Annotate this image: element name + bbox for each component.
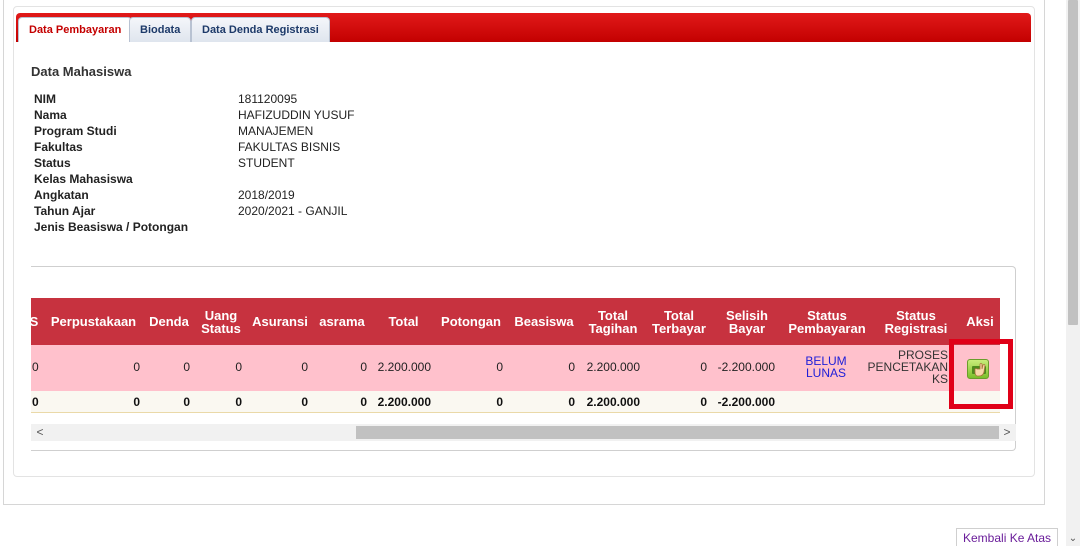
info-value-nim: 181120095	[238, 92, 298, 106]
horizontal-scroll-thumb[interactable]	[356, 426, 999, 439]
chevron-down-icon[interactable]: ⌄	[1066, 533, 1080, 544]
section-title: Data Mahasiswa	[31, 64, 132, 79]
col-header-partial: S	[31, 298, 44, 345]
info-label-jenis-beasiswa: Jenis Beasiswa / Potongan	[34, 220, 189, 234]
info-label-nim: NIM	[34, 92, 56, 106]
info-label-status: Status	[34, 156, 71, 170]
info-label-tahun-ajar: Tahun Ajar	[34, 204, 96, 218]
col-header-asrama: asrama	[319, 314, 365, 329]
col-header-uang-status: Uang Status	[201, 307, 241, 336]
back-to-top-link[interactable]: Kembali Ke Atas	[956, 528, 1059, 546]
col-header-potongan: Potongan	[441, 314, 501, 329]
info-value-tahun-ajar: 2020/2021 - GANJIL	[238, 204, 348, 218]
total-denda: 0	[183, 395, 190, 409]
cell-total-tagihan: 2.200.000	[586, 360, 640, 374]
total-selisih-bayar: -2.200.000	[717, 395, 775, 409]
total-partial: 0	[32, 395, 39, 409]
col-header-aksi: Aksi	[966, 314, 994, 329]
total-asrama: 0	[360, 395, 367, 409]
info-value-fakultas: FAKULTAS BISNIS	[238, 140, 341, 154]
total-beasiswa: 0	[568, 395, 575, 409]
tab-data-pembayaran[interactable]: Data Pembayaran	[18, 17, 133, 42]
vertical-scroll-thumb[interactable]	[1068, 0, 1078, 325]
cell-asrama: 0	[360, 360, 367, 374]
scroll-left-arrow[interactable]: <	[33, 424, 47, 441]
total-asuransi: 0	[301, 395, 308, 409]
col-header-asuransi: Asuransi	[252, 314, 308, 329]
status-registrasi-text: PROSES PENCETAKAN KS	[867, 349, 948, 385]
status-pembayaran-link[interactable]: BELUM LUNAS	[790, 355, 862, 379]
info-label-program-studi: Program Studi	[34, 124, 117, 138]
cell-total: 2.200.000	[377, 360, 431, 374]
info-value-angkatan: 2018/2019	[238, 188, 295, 202]
info-label-angkatan: Angkatan	[34, 188, 89, 202]
cell-potongan: 0	[496, 360, 503, 374]
col-header-status-pembayaran: Status Pembayaran	[788, 307, 866, 336]
info-label-nama: Nama	[34, 108, 67, 122]
info-value-status: STUDENT	[238, 156, 295, 170]
col-header-total: Total	[388, 314, 419, 329]
tab-bar: Data Pembayaran Biodata Data Denda Regis…	[16, 13, 1031, 42]
info-value-nama: HAFIZUDDIN YUSUF	[238, 108, 355, 122]
total-total-tagihan: 2.200.000	[586, 395, 640, 409]
cell-perpustakaan: 0	[133, 360, 140, 374]
cell-asuransi: 0	[301, 360, 308, 374]
cell-partial: 0	[32, 360, 39, 374]
col-header-selisih-bayar: Selisih Bayar	[726, 307, 768, 336]
col-header-total-terbayar: Total Terbayar	[652, 307, 706, 336]
cell-beasiswa: 0	[568, 360, 575, 374]
info-label-fakultas: Fakultas	[34, 140, 83, 154]
horizontal-scrollbar[interactable]: < >	[31, 424, 1016, 441]
cell-uang-status: 0	[235, 360, 242, 374]
cell-selisih-bayar: -2.200.000	[717, 360, 775, 374]
col-header-status-registrasi: Status Registrasi	[884, 307, 948, 336]
tab-data-denda-registrasi[interactable]: Data Denda Registrasi	[191, 17, 330, 42]
info-value-program-studi: MANAJEMEN	[238, 124, 314, 138]
col-header-beasiswa: Beasiswa	[514, 314, 574, 329]
cell-total-terbayar: 0	[700, 360, 707, 374]
col-header-total-tagihan: Total Tagihan	[588, 307, 638, 336]
vertical-scrollbar[interactable]: ⌄	[1066, 0, 1080, 546]
col-header-perpustakaan: Perpustakaan	[50, 314, 137, 329]
total-potongan: 0	[496, 395, 503, 409]
action-highlight-box	[949, 339, 1013, 409]
total-total-terbayar: 0	[700, 395, 707, 409]
total-total: 2.200.000	[377, 395, 431, 409]
info-label-kelas-mahasiswa: Kelas Mahasiswa	[34, 172, 133, 186]
col-header-denda: Denda	[149, 314, 189, 329]
scroll-right-arrow[interactable]: >	[1000, 424, 1014, 441]
cell-denda: 0	[183, 360, 190, 374]
total-uang-status: 0	[235, 395, 242, 409]
total-perpustakaan: 0	[133, 395, 140, 409]
tab-biodata[interactable]: Biodata	[129, 17, 192, 42]
